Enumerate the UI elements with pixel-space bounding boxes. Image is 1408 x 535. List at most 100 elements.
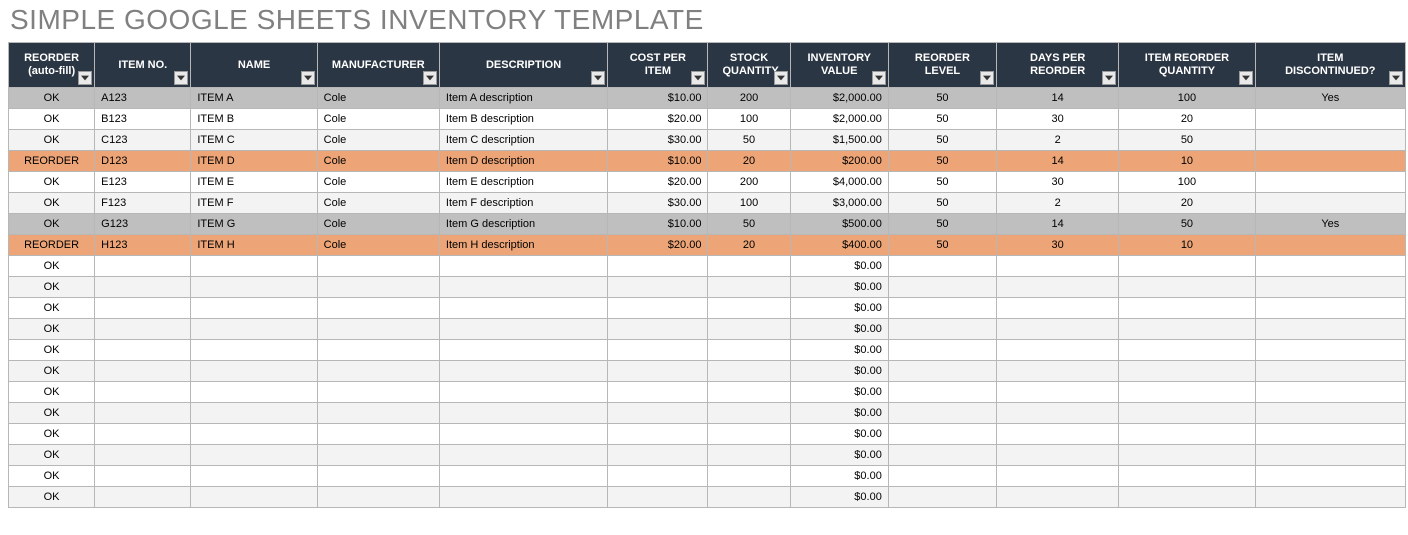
cell-cost[interactable]: [608, 361, 708, 382]
cell-discontinued[interactable]: [1255, 361, 1405, 382]
cell-item_no[interactable]: C123: [95, 130, 191, 151]
cell-stock[interactable]: [708, 403, 790, 424]
cell-inv_value[interactable]: $0.00: [790, 403, 888, 424]
filter-dropdown-icon[interactable]: [423, 71, 437, 85]
cell-description[interactable]: [439, 382, 607, 403]
cell-manufacturer[interactable]: [317, 382, 439, 403]
cell-stock[interactable]: [708, 445, 790, 466]
cell-cost[interactable]: [608, 445, 708, 466]
cell-reorder[interactable]: OK: [9, 424, 95, 445]
cell-item_no[interactable]: F123: [95, 193, 191, 214]
cell-cost[interactable]: [608, 319, 708, 340]
filter-dropdown-icon[interactable]: [1102, 71, 1116, 85]
cell-reorder_level[interactable]: [888, 319, 996, 340]
cell-discontinued[interactable]: [1255, 445, 1405, 466]
cell-name[interactable]: [191, 487, 317, 508]
cell-description[interactable]: [439, 466, 607, 487]
cell-reorder[interactable]: OK: [9, 319, 95, 340]
cell-days[interactable]: 14: [997, 151, 1119, 172]
cell-inv_value[interactable]: $0.00: [790, 361, 888, 382]
cell-reorder[interactable]: OK: [9, 445, 95, 466]
cell-manufacturer[interactable]: [317, 319, 439, 340]
cell-cost[interactable]: $10.00: [608, 88, 708, 109]
cell-reorder_qty[interactable]: 50: [1119, 214, 1255, 235]
cell-name[interactable]: ITEM G: [191, 214, 317, 235]
cell-discontinued[interactable]: [1255, 193, 1405, 214]
cell-item_no[interactable]: [95, 277, 191, 298]
column-header-discontinued[interactable]: ITEM DISCONTINUED?: [1255, 43, 1405, 88]
cell-reorder_level[interactable]: 50: [888, 151, 996, 172]
cell-discontinued[interactable]: [1255, 466, 1405, 487]
cell-stock[interactable]: [708, 277, 790, 298]
cell-reorder[interactable]: OK: [9, 487, 95, 508]
cell-reorder[interactable]: OK: [9, 88, 95, 109]
cell-stock[interactable]: [708, 361, 790, 382]
cell-reorder_level[interactable]: [888, 445, 996, 466]
cell-manufacturer[interactable]: [317, 361, 439, 382]
cell-name[interactable]: ITEM A: [191, 88, 317, 109]
cell-name[interactable]: ITEM C: [191, 130, 317, 151]
cell-days[interactable]: [997, 298, 1119, 319]
cell-name[interactable]: [191, 403, 317, 424]
cell-description[interactable]: Item E description: [439, 172, 607, 193]
cell-days[interactable]: [997, 319, 1119, 340]
cell-stock[interactable]: 50: [708, 130, 790, 151]
cell-description[interactable]: [439, 361, 607, 382]
cell-days[interactable]: [997, 487, 1119, 508]
cell-reorder[interactable]: OK: [9, 256, 95, 277]
cell-item_no[interactable]: [95, 319, 191, 340]
cell-item_no[interactable]: D123: [95, 151, 191, 172]
cell-stock[interactable]: 100: [708, 193, 790, 214]
cell-description[interactable]: [439, 277, 607, 298]
cell-inv_value[interactable]: $2,000.00: [790, 88, 888, 109]
cell-inv_value[interactable]: $0.00: [790, 424, 888, 445]
cell-stock[interactable]: [708, 256, 790, 277]
cell-manufacturer[interactable]: [317, 256, 439, 277]
cell-item_no[interactable]: [95, 298, 191, 319]
cell-manufacturer[interactable]: Cole: [317, 193, 439, 214]
cell-manufacturer[interactable]: [317, 277, 439, 298]
cell-name[interactable]: [191, 298, 317, 319]
cell-reorder_qty[interactable]: [1119, 403, 1255, 424]
cell-item_no[interactable]: E123: [95, 172, 191, 193]
cell-reorder_qty[interactable]: [1119, 466, 1255, 487]
cell-reorder_qty[interactable]: [1119, 277, 1255, 298]
cell-name[interactable]: ITEM D: [191, 151, 317, 172]
cell-inv_value[interactable]: $0.00: [790, 319, 888, 340]
column-header-days[interactable]: DAYS PER REORDER: [997, 43, 1119, 88]
column-header-name[interactable]: NAME: [191, 43, 317, 88]
cell-reorder[interactable]: OK: [9, 214, 95, 235]
cell-discontinued[interactable]: [1255, 340, 1405, 361]
cell-manufacturer[interactable]: [317, 424, 439, 445]
cell-description[interactable]: [439, 424, 607, 445]
cell-reorder[interactable]: OK: [9, 130, 95, 151]
cell-inv_value[interactable]: $1,500.00: [790, 130, 888, 151]
cell-stock[interactable]: [708, 487, 790, 508]
cell-reorder[interactable]: OK: [9, 361, 95, 382]
cell-item_no[interactable]: G123: [95, 214, 191, 235]
cell-reorder_qty[interactable]: [1119, 298, 1255, 319]
cell-discontinued[interactable]: [1255, 235, 1405, 256]
cell-reorder_level[interactable]: [888, 382, 996, 403]
cell-item_no[interactable]: [95, 424, 191, 445]
cell-manufacturer[interactable]: Cole: [317, 130, 439, 151]
filter-dropdown-icon[interactable]: [872, 71, 886, 85]
cell-name[interactable]: ITEM F: [191, 193, 317, 214]
cell-reorder_level[interactable]: 50: [888, 235, 996, 256]
cell-name[interactable]: [191, 361, 317, 382]
cell-cost[interactable]: [608, 424, 708, 445]
cell-name[interactable]: [191, 319, 317, 340]
cell-days[interactable]: 14: [997, 88, 1119, 109]
filter-dropdown-icon[interactable]: [980, 71, 994, 85]
cell-reorder_qty[interactable]: 20: [1119, 193, 1255, 214]
cell-inv_value[interactable]: $0.00: [790, 445, 888, 466]
cell-cost[interactable]: $20.00: [608, 172, 708, 193]
cell-inv_value[interactable]: $500.00: [790, 214, 888, 235]
cell-reorder_level[interactable]: [888, 256, 996, 277]
cell-stock[interactable]: 100: [708, 109, 790, 130]
cell-cost[interactable]: $20.00: [608, 109, 708, 130]
cell-reorder_level[interactable]: [888, 340, 996, 361]
cell-discontinued[interactable]: [1255, 130, 1405, 151]
cell-reorder[interactable]: OK: [9, 109, 95, 130]
cell-stock[interactable]: 20: [708, 151, 790, 172]
